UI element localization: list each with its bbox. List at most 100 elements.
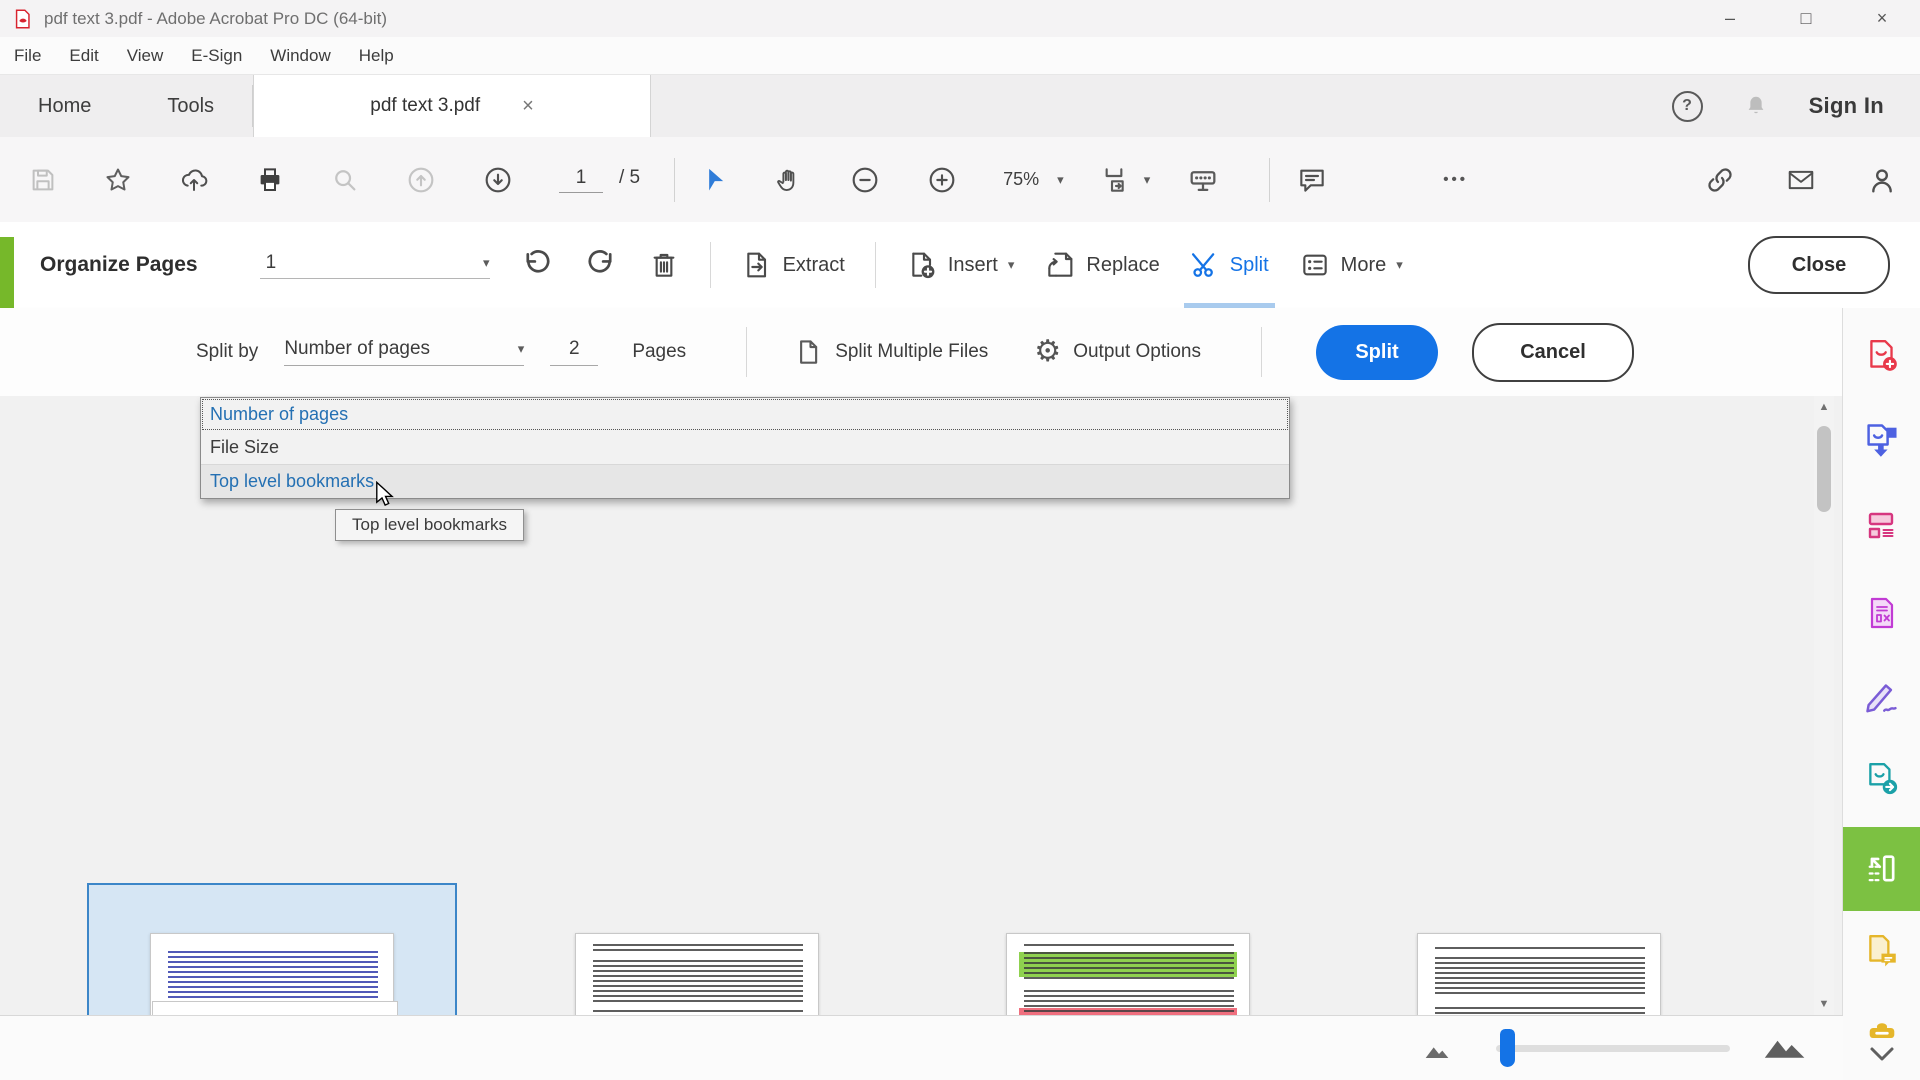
previous-page-icon[interactable] [405,164,437,196]
replace-button[interactable]: Replace [1044,222,1160,308]
thumbnail-zoom-slider-track[interactable] [1496,1045,1730,1052]
menu-item-e-sign[interactable]: E-Sign [177,37,256,74]
split-by-dropdown-menu: Number of pages File Size Top level bookma… [200,397,1290,499]
crop-pages-icon-active[interactable] [1843,827,1920,911]
more-toolbar-options-icon[interactable]: ••• [1443,171,1468,188]
menu-bar: File Edit View E-Sign Window Help [0,37,1920,75]
more-label: More [1340,253,1387,276]
insert-caret-icon: ▾ [1007,257,1015,272]
close-tab-icon[interactable]: × [522,95,534,118]
user-avatar-icon[interactable] [1866,164,1898,196]
maximize-button[interactable]: □ [1768,0,1844,37]
comment-icon[interactable] [1843,933,1920,969]
search-icon[interactable] [330,165,360,195]
title-bar: pdf text 3.pdf - Adobe Acrobat Pro DC (6… [0,0,1920,37]
output-options-button[interactable]: ⚙ Output Options [1034,337,1201,367]
output-options-label: Output Options [1073,341,1201,362]
close-window-button[interactable]: × [1844,0,1920,37]
organize-accent-bar [0,237,14,308]
tab-document[interactable]: pdf text 3.pdf × [253,75,652,137]
delete-pages-trash-icon[interactable] [648,248,680,282]
share-link-icon[interactable] [1704,164,1736,196]
sign-in-button[interactable]: Sign In [1809,93,1884,119]
tab-tools[interactable]: Tools [129,75,252,137]
text-lines [1023,943,1235,950]
scrollbar-thumb[interactable] [1817,426,1831,512]
split-divider [1261,327,1262,377]
split-option-top-level-bookmarks[interactable]: Top level bookmarks [201,464,1289,498]
page-range-value: 1 [265,251,277,273]
split-tool-button[interactable]: Split [1183,222,1275,308]
zoom-caret-icon[interactable]: ▾ [1057,172,1064,188]
text-lines [167,950,379,1007]
scrollbar-down-icon[interactable]: ▼ [1814,993,1834,1015]
toolbar-divider [674,157,676,202]
zoom-level-value[interactable]: 75% [1003,169,1039,190]
zoom-in-icon[interactable] [926,164,958,196]
create-pdf-icon[interactable] [1843,338,1920,374]
menu-item-window[interactable]: Window [256,37,344,74]
cloud-upload-icon[interactable] [178,165,210,195]
scrollbar-up-icon[interactable]: ▲ [1814,396,1834,418]
fill-sign-icon[interactable] [1843,676,1920,714]
tab-home[interactable]: Home [0,75,129,137]
more-caret-icon: ▾ [1396,257,1403,272]
insert-button[interactable]: Insert ▾ [906,222,1015,308]
split-confirm-button[interactable]: Split [1316,324,1438,380]
extract-button[interactable]: Extract [741,222,845,308]
zoom-in-thumbnails-icon[interactable] [1762,1028,1810,1062]
acrobat-logo-icon [12,8,34,30]
page-number-input[interactable]: 1 [559,167,603,193]
rotate-right-icon[interactable] [584,248,618,282]
menu-item-edit[interactable]: Edit [55,37,112,74]
mouse-cursor [373,481,397,507]
text-lines [1434,947,1646,953]
cancel-button[interactable]: Cancel [1472,322,1634,382]
share-review-icon[interactable] [1843,761,1920,797]
page-controls-icon[interactable] [1186,163,1220,197]
print-icon[interactable] [255,165,285,195]
vertical-scrollbar[interactable]: ▲ ▼ [1814,396,1834,1015]
minimize-button[interactable]: – [1692,0,1768,37]
gear-icon: ⚙ [1034,335,1062,368]
text-lines [592,960,804,1004]
split-option-number-of-pages[interactable]: Number of pages [201,398,1289,431]
save-icon[interactable] [28,165,58,195]
favorite-star-icon[interactable] [103,165,133,195]
email-icon[interactable] [1784,165,1818,195]
text-lines [592,943,804,954]
more-button[interactable]: More ▾ [1299,222,1403,308]
split-multiple-files-button[interactable]: Split Multiple Files [793,336,988,368]
hand-tool-icon[interactable] [774,165,804,195]
toolbar-divider [1269,157,1271,202]
thumbnail-zoom-slider-thumb[interactable] [1500,1029,1515,1067]
stamp-icon[interactable] [1843,1013,1920,1043]
comment-bubble-icon[interactable] [1296,164,1328,196]
split-option-file-size[interactable]: File Size [201,431,1289,464]
fit-width-icon[interactable] [1100,163,1132,197]
tooltip: Top level bookmarks [335,509,524,541]
page-range-field[interactable]: 1 ▾ [259,251,490,279]
menu-item-file[interactable]: File [0,37,55,74]
help-icon[interactable]: ? [1671,90,1703,122]
page-range-caret-icon[interactable]: ▾ [483,255,490,271]
zoom-out-icon[interactable] [849,164,881,196]
zoom-out-thumbnails-icon[interactable] [1422,1038,1456,1062]
select-tool-icon[interactable] [701,165,729,195]
split-label: Split [1229,253,1269,276]
menu-item-help[interactable]: Help [345,37,408,74]
notifications-bell-icon[interactable] [1743,93,1769,119]
close-organize-button[interactable]: Close [1748,236,1890,294]
organize-pages-icon[interactable] [1843,508,1920,542]
rotate-left-icon[interactable] [520,248,554,282]
fit-options-caret-icon[interactable]: ▾ [1144,172,1151,188]
acrobat-window: pdf text 3.pdf - Adobe Acrobat Pro DC (6… [0,0,1920,1080]
split-mode-dropdown[interactable]: Number of pages ▾ [284,338,525,366]
replace-label: Replace [1086,253,1160,276]
menu-item-view[interactable]: View [113,37,178,74]
more-tools-chevron-icon[interactable] [1843,1046,1920,1064]
scan-ocr-icon[interactable] [1843,595,1920,631]
split-pages-count-input[interactable]: 2 [550,338,599,366]
export-pdf-icon[interactable] [1843,421,1920,459]
next-page-icon[interactable] [482,164,514,196]
